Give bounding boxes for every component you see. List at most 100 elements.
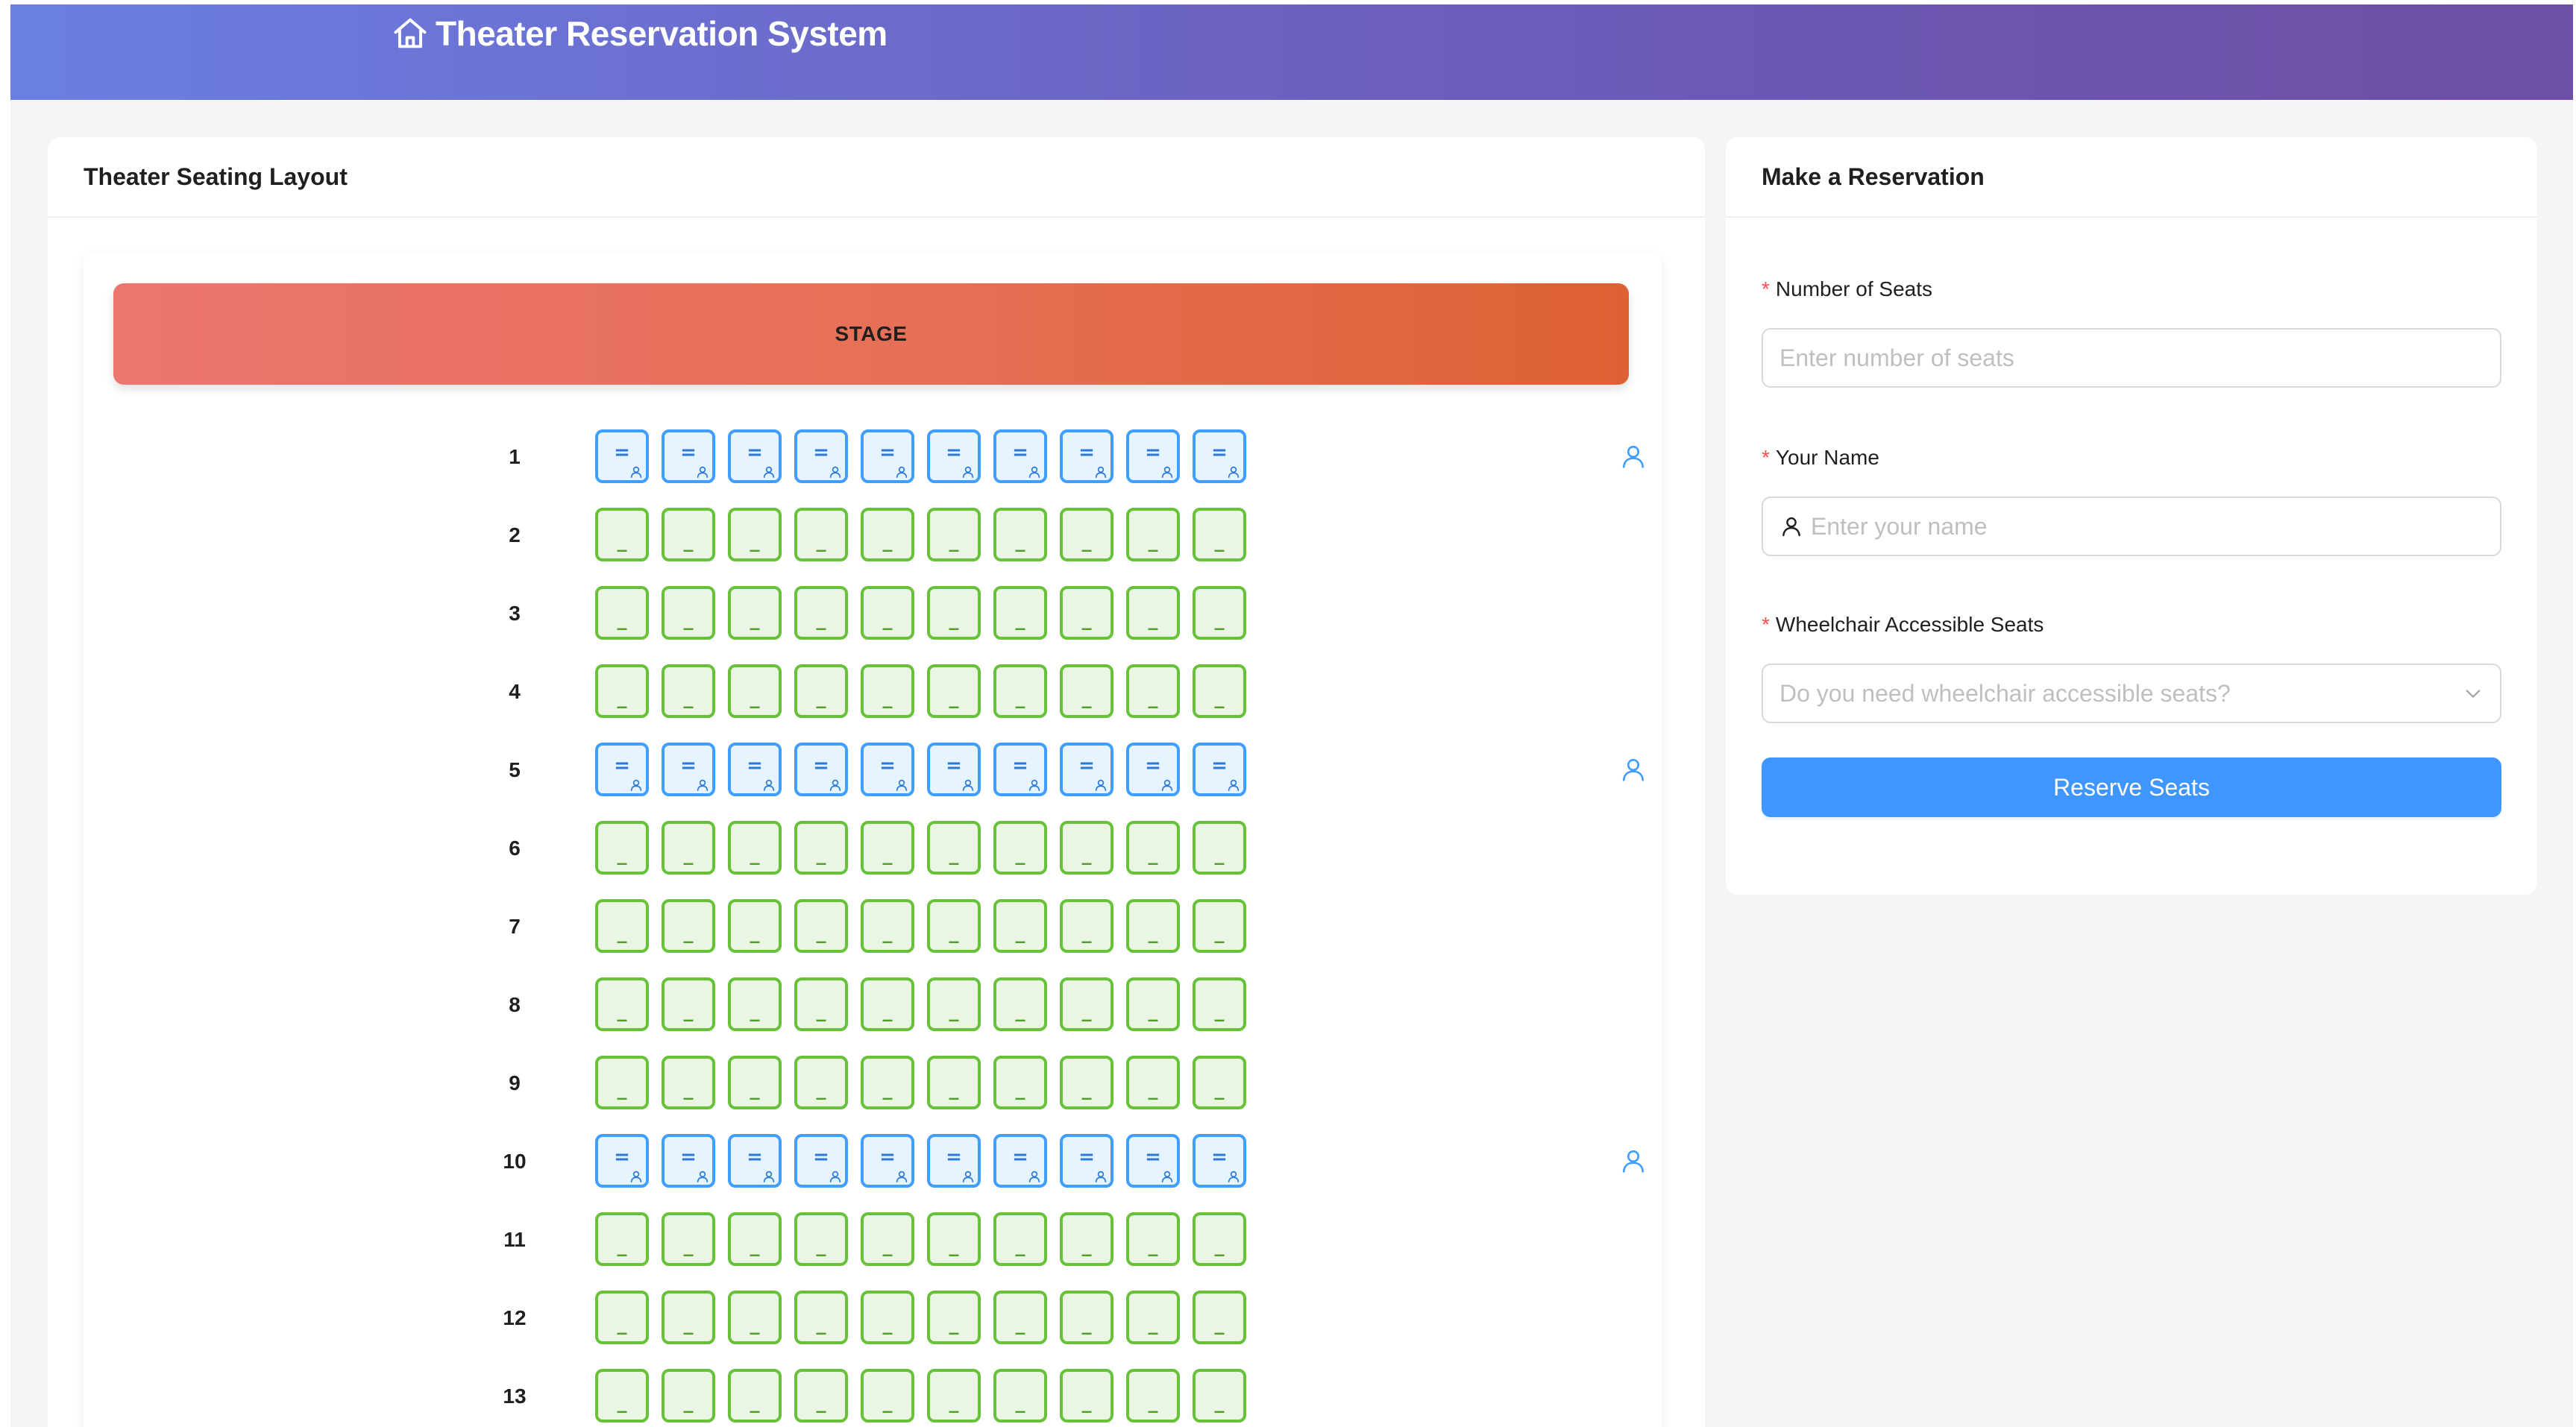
- available-seat[interactable]: _: [794, 1056, 848, 1109]
- available-seat[interactable]: _: [1060, 1212, 1113, 1266]
- available-seat[interactable]: _: [794, 899, 848, 953]
- available-seat[interactable]: _: [794, 586, 848, 640]
- available-seat[interactable]: _: [662, 1291, 715, 1344]
- accessible-seat[interactable]: =: [861, 743, 914, 796]
- available-seat[interactable]: _: [1126, 1291, 1180, 1344]
- available-seat[interactable]: _: [794, 508, 848, 561]
- accessible-seat[interactable]: =: [1193, 429, 1246, 483]
- available-seat[interactable]: _: [1193, 977, 1246, 1031]
- available-seat[interactable]: _: [595, 1291, 649, 1344]
- accessible-seat[interactable]: =: [728, 429, 782, 483]
- available-seat[interactable]: _: [728, 508, 782, 561]
- available-seat[interactable]: _: [1126, 1056, 1180, 1109]
- available-seat[interactable]: _: [927, 586, 981, 640]
- available-seat[interactable]: _: [993, 821, 1047, 875]
- accessible-seat[interactable]: =: [794, 429, 848, 483]
- available-seat[interactable]: _: [993, 977, 1047, 1031]
- accessible-seat[interactable]: =: [1126, 743, 1180, 796]
- available-seat[interactable]: _: [662, 586, 715, 640]
- available-seat[interactable]: _: [662, 1369, 715, 1423]
- available-seat[interactable]: _: [861, 586, 914, 640]
- accessible-seat[interactable]: =: [861, 1134, 914, 1188]
- available-seat[interactable]: _: [861, 1369, 914, 1423]
- name-input[interactable]: [1811, 512, 2484, 541]
- available-seat[interactable]: _: [794, 821, 848, 875]
- available-seat[interactable]: _: [861, 899, 914, 953]
- available-seat[interactable]: _: [662, 899, 715, 953]
- accessible-seat[interactable]: =: [1060, 429, 1113, 483]
- available-seat[interactable]: _: [1060, 899, 1113, 953]
- available-seat[interactable]: _: [1193, 664, 1246, 718]
- available-seat[interactable]: _: [595, 977, 649, 1031]
- available-seat[interactable]: _: [1060, 977, 1113, 1031]
- available-seat[interactable]: _: [1126, 1212, 1180, 1266]
- available-seat[interactable]: _: [861, 1056, 914, 1109]
- available-seat[interactable]: _: [1060, 1291, 1113, 1344]
- available-seat[interactable]: _: [662, 1056, 715, 1109]
- available-seat[interactable]: _: [728, 1056, 782, 1109]
- available-seat[interactable]: _: [595, 821, 649, 875]
- available-seat[interactable]: _: [993, 1291, 1047, 1344]
- accessible-seat[interactable]: =: [662, 429, 715, 483]
- available-seat[interactable]: _: [927, 977, 981, 1031]
- available-seat[interactable]: _: [927, 1369, 981, 1423]
- available-seat[interactable]: _: [595, 1056, 649, 1109]
- available-seat[interactable]: _: [728, 1291, 782, 1344]
- available-seat[interactable]: _: [1126, 1369, 1180, 1423]
- available-seat[interactable]: _: [728, 821, 782, 875]
- accessible-seat[interactable]: =: [595, 1134, 649, 1188]
- accessible-seat[interactable]: =: [794, 1134, 848, 1188]
- available-seat[interactable]: _: [993, 1212, 1047, 1266]
- available-seat[interactable]: _: [728, 664, 782, 718]
- available-seat[interactable]: _: [1060, 821, 1113, 875]
- accessible-seat[interactable]: =: [993, 1134, 1047, 1188]
- available-seat[interactable]: _: [1060, 586, 1113, 640]
- available-seat[interactable]: _: [993, 586, 1047, 640]
- accessible-seat[interactable]: =: [794, 743, 848, 796]
- available-seat[interactable]: _: [595, 586, 649, 640]
- accessible-seat[interactable]: =: [861, 429, 914, 483]
- available-seat[interactable]: _: [1193, 586, 1246, 640]
- available-seat[interactable]: _: [927, 664, 981, 718]
- available-seat[interactable]: _: [993, 1056, 1047, 1109]
- accessible-seat[interactable]: =: [662, 743, 715, 796]
- wheelchair-select[interactable]: Do you need wheelchair accessible seats?: [1762, 664, 2501, 723]
- available-seat[interactable]: _: [1126, 821, 1180, 875]
- available-seat[interactable]: _: [794, 1291, 848, 1344]
- available-seat[interactable]: _: [993, 508, 1047, 561]
- accessible-seat[interactable]: =: [1060, 743, 1113, 796]
- available-seat[interactable]: _: [662, 664, 715, 718]
- available-seat[interactable]: _: [861, 821, 914, 875]
- accessible-seat[interactable]: =: [1193, 1134, 1246, 1188]
- available-seat[interactable]: _: [861, 1212, 914, 1266]
- available-seat[interactable]: _: [1060, 1056, 1113, 1109]
- available-seat[interactable]: _: [728, 899, 782, 953]
- available-seat[interactable]: _: [1193, 1056, 1246, 1109]
- available-seat[interactable]: _: [1060, 508, 1113, 561]
- available-seat[interactable]: _: [861, 508, 914, 561]
- available-seat[interactable]: _: [728, 1212, 782, 1266]
- accessible-seat[interactable]: =: [595, 743, 649, 796]
- available-seat[interactable]: _: [927, 821, 981, 875]
- accessible-seat[interactable]: =: [728, 1134, 782, 1188]
- available-seat[interactable]: _: [728, 586, 782, 640]
- available-seat[interactable]: _: [927, 1056, 981, 1109]
- accessible-seat[interactable]: =: [662, 1134, 715, 1188]
- accessible-seat[interactable]: =: [1126, 429, 1180, 483]
- available-seat[interactable]: _: [595, 508, 649, 561]
- available-seat[interactable]: _: [595, 899, 649, 953]
- accessible-seat[interactable]: =: [1193, 743, 1246, 796]
- available-seat[interactable]: _: [1126, 664, 1180, 718]
- available-seat[interactable]: _: [728, 977, 782, 1031]
- available-seat[interactable]: _: [1060, 664, 1113, 718]
- available-seat[interactable]: _: [927, 899, 981, 953]
- available-seat[interactable]: _: [1193, 1369, 1246, 1423]
- reserve-seats-button[interactable]: Reserve Seats: [1762, 757, 2501, 817]
- available-seat[interactable]: _: [1126, 977, 1180, 1031]
- available-seat[interactable]: _: [662, 508, 715, 561]
- available-seat[interactable]: _: [861, 664, 914, 718]
- available-seat[interactable]: _: [993, 899, 1047, 953]
- available-seat[interactable]: _: [662, 977, 715, 1031]
- available-seat[interactable]: _: [662, 821, 715, 875]
- available-seat[interactable]: _: [595, 664, 649, 718]
